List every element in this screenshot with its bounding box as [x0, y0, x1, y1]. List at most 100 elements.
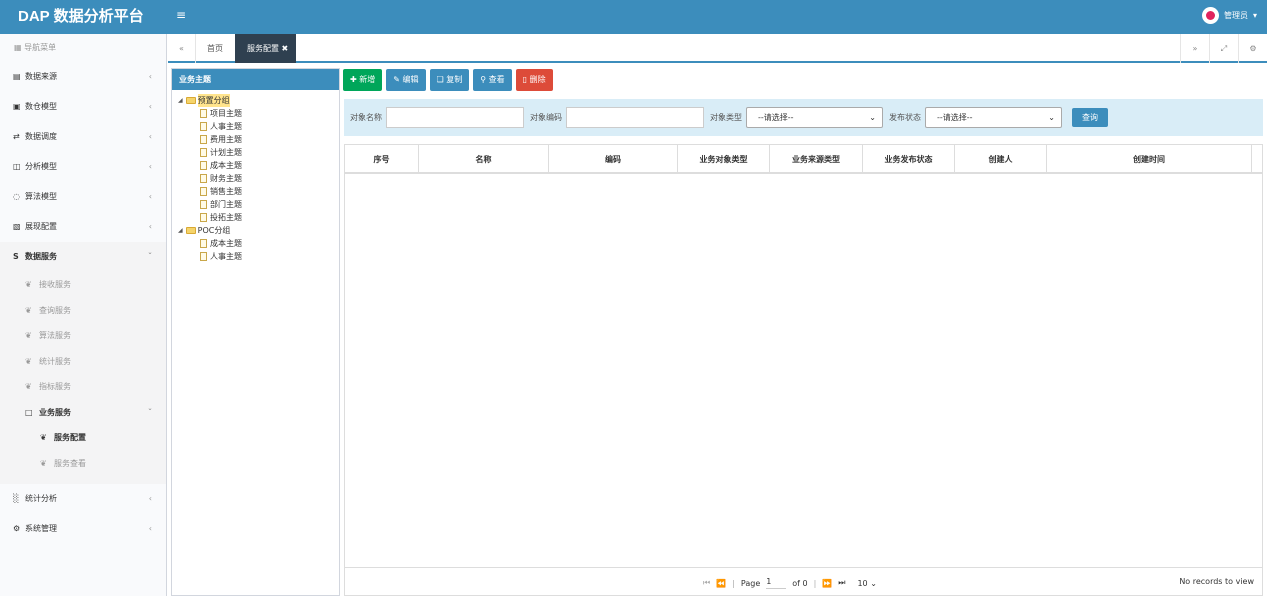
sidebar-toggle-icon[interactable]: ≡	[176, 8, 186, 22]
chevron-left-icon: ‹	[148, 162, 152, 171]
column-header[interactable]: 序号	[345, 145, 419, 172]
sidebar-item-indicator-service[interactable]: ❦ 指标服务	[0, 374, 166, 400]
sidebar-item-label: 展现配置	[25, 222, 57, 231]
scroll-tabs-left-icon[interactable]: «	[168, 34, 196, 63]
sidebar-item-label: 数据调度	[25, 132, 57, 141]
sidebar-item-query-service[interactable]: ❦ 查询服务	[0, 298, 166, 324]
sidebar-item-business-service[interactable]: □ 业务服务 ˇ	[0, 400, 166, 426]
sidebar-item-statistics[interactable]: ░ 统计分析 ‹	[0, 484, 166, 514]
add-button[interactable]: ✚ 新增	[343, 69, 383, 91]
tree-leaf[interactable]: 人事主题	[172, 250, 339, 263]
tree-leaf-label: 财务主题	[210, 174, 242, 183]
sidebar-item-service-config[interactable]: ❦ 服务配置	[0, 425, 166, 451]
column-header[interactable]: 创建人	[955, 145, 1047, 172]
page-size-select[interactable]: 10 ⌄	[857, 579, 876, 588]
sidebar-item-label: 业务服务	[39, 407, 71, 417]
sidebar-item-data-service[interactable]: S 数据服务 ˇ	[0, 242, 166, 272]
document-icon	[200, 109, 207, 118]
data-grid: 序号 名称 编码 业务对象类型 业务来源类型 业务发布状态 创建人 创建时间 ⏮…	[344, 144, 1263, 596]
tree-group[interactable]: ◢ 预置分组	[172, 94, 339, 107]
copy-button[interactable]: ❏ 复制	[429, 69, 470, 91]
delete-button[interactable]: ▯ 删除	[515, 69, 553, 91]
tab-home[interactable]: 首页	[196, 34, 234, 63]
column-header[interactable]: 业务来源类型	[770, 145, 863, 172]
column-header[interactable]: 创建时间	[1047, 145, 1252, 172]
close-icon[interactable]: ✖	[282, 44, 289, 53]
next-page-icon[interactable]: ⏩	[822, 579, 832, 588]
last-page-icon[interactable]: ⏭	[838, 578, 845, 588]
sidebar-header-label: 导航菜单	[24, 43, 57, 52]
tree-leaf-label: 成本主题	[210, 239, 242, 248]
tree-leaf[interactable]: 销售主题	[172, 185, 339, 198]
sidebar-item-scheduling[interactable]: ⇄ 数据调度 ‹	[0, 122, 166, 152]
tree-leaf[interactable]: 费用主题	[172, 133, 339, 146]
column-header[interactable]: 名称	[419, 145, 549, 172]
expand-arrow-icon[interactable]: ◢	[178, 224, 183, 237]
sidebar-item-label: 服务配置	[54, 433, 86, 442]
edit-button[interactable]: ✎ 编辑	[386, 69, 426, 91]
scroll-tabs-right-icon[interactable]: »	[1180, 34, 1209, 63]
pager-separator: |	[813, 578, 817, 588]
query-button[interactable]: 查询	[1072, 108, 1108, 127]
sidebar-item-data-source[interactable]: ▤ 数据来源 ‹	[0, 62, 166, 92]
app-logo[interactable]: DAP 数据分析平台	[0, 0, 167, 34]
tree-title: 业务主题	[172, 69, 339, 90]
sidebar-item-system[interactable]: ⚙ 系统管理 ‹	[0, 514, 166, 544]
tree-leaf[interactable]: 成本主题	[172, 159, 339, 172]
tree-leaf[interactable]: 成本主题	[172, 237, 339, 250]
tree-leaf[interactable]: 项目主题	[172, 107, 339, 120]
expand-arrow-icon[interactable]: ◢	[178, 94, 183, 107]
database-icon: ▤	[13, 72, 21, 81]
spinner-icon: ◌	[13, 192, 20, 201]
sidebar-item-statistics-service[interactable]: ❦ 统计服务	[0, 349, 166, 375]
view-button[interactable]: ⚲ 查看	[473, 69, 512, 91]
chevron-left-icon: ‹	[148, 72, 152, 81]
document-icon	[200, 122, 207, 131]
page-label: Page	[740, 578, 761, 588]
chevron-left-icon: ‹	[148, 102, 152, 111]
sidebar-item-service-view[interactable]: ❦ 服务查看	[0, 451, 166, 477]
sidebar-item-algorithm-model[interactable]: ◌ 算法模型 ‹	[0, 182, 166, 212]
tree-group[interactable]: ◢ POC分组	[172, 224, 339, 237]
column-header[interactable]: 业务对象类型	[678, 145, 770, 172]
select-value: --请选择--	[758, 113, 794, 122]
tree-leaf[interactable]: 人事主题	[172, 120, 339, 133]
dollar-icon: S	[13, 252, 19, 261]
tree-leaf[interactable]: 投拓主题	[172, 211, 339, 224]
object-type-select[interactable]: --请选择-- ⌄	[746, 107, 883, 128]
tree-leaf[interactable]: 部门主题	[172, 198, 339, 211]
caret-down-icon: ▾	[1252, 11, 1257, 20]
sidebar-item-receive-service[interactable]: ❦ 接收服务	[0, 272, 166, 298]
object-code-input[interactable]	[566, 107, 704, 128]
user-menu[interactable]: 管理员 ▾	[1201, 7, 1257, 24]
sidebar-item-analysis-model[interactable]: ◫ 分析模型 ‹	[0, 152, 166, 182]
user-name: 管理员	[1223, 11, 1248, 20]
column-header[interactable]: 业务发布状态	[863, 145, 955, 172]
publish-status-select[interactable]: --请选择-- ⌄	[925, 107, 1062, 128]
add-label: 新增	[359, 75, 376, 84]
object-name-label: 对象名称	[350, 113, 382, 122]
gear-icon[interactable]: ⚙	[1238, 34, 1267, 63]
tree-leaf[interactable]: 计划主题	[172, 146, 339, 159]
page-size-value: 10	[857, 578, 868, 588]
delete-label: 删除	[529, 75, 546, 84]
sidebar-item-algorithm-service[interactable]: ❦ 算法服务	[0, 323, 166, 349]
prev-page-icon[interactable]: ⏪	[716, 579, 726, 588]
tab-bar: « 首页 服务配置 ✖ » ⤢ ⚙	[168, 34, 1267, 63]
sidebar-item-display-config[interactable]: ▧ 展现配置 ‹	[0, 212, 166, 242]
search-icon: ⚲	[480, 75, 487, 84]
first-page-icon[interactable]: ⏮	[703, 578, 710, 588]
column-header[interactable]: 编码	[549, 145, 678, 172]
page-input[interactable]: 1	[766, 577, 787, 589]
tab-service-config[interactable]: 服务配置 ✖	[235, 34, 297, 63]
tree-leaf[interactable]: 财务主题	[172, 172, 339, 185]
tree-leaf-label: 项目主题	[210, 109, 242, 118]
fullscreen-icon[interactable]: ⤢	[1209, 34, 1238, 63]
tree-leaf-label: 成本主题	[210, 161, 242, 170]
top-header: DAP 数据分析平台 ≡ 管理员 ▾	[0, 0, 1267, 34]
records-info: No records to view	[1179, 577, 1254, 586]
object-name-input[interactable]	[386, 107, 524, 128]
sidebar-item-warehouse-model[interactable]: ▣ 数仓模型 ‹	[0, 92, 166, 122]
folder-icon: □	[25, 407, 33, 417]
trash-icon: ▯	[522, 75, 528, 84]
